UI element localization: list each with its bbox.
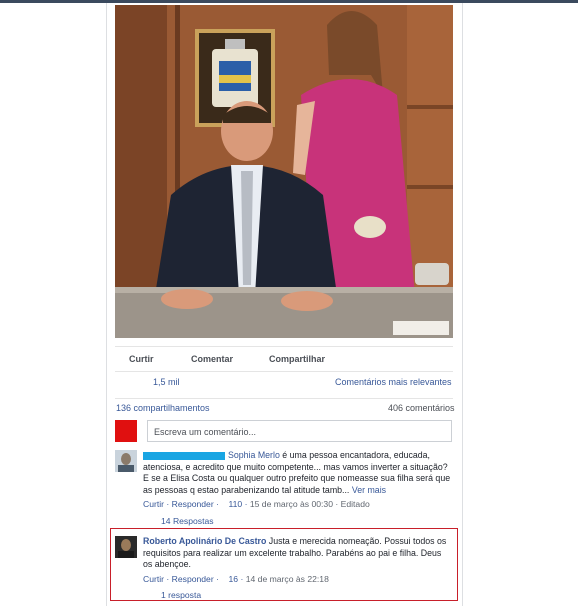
comment-time[interactable]: 15 de março às 00:30 · Editado: [250, 499, 370, 509]
reaction-count[interactable]: 110: [229, 499, 243, 509]
comment-button[interactable]: Comentar: [191, 354, 233, 364]
avatar: [115, 420, 137, 442]
comment-composer: Escreva um comentário...: [115, 420, 453, 444]
view-replies-link[interactable]: 14 Respostas: [161, 516, 214, 526]
comment-reply-link[interactable]: Responder: [172, 499, 214, 509]
facebook-post-card: Curtir Comentar Compartilhar 1,5 mil Com…: [106, 3, 463, 606]
redacted-name: [143, 451, 225, 460]
divider: [115, 398, 453, 399]
see-more-link[interactable]: Ver mais: [352, 485, 386, 495]
comments-sort-link[interactable]: Comentários mais relevantes: [335, 377, 452, 387]
highlight-box: [110, 528, 458, 601]
divider: [115, 371, 453, 372]
post-actions: Curtir Comentar Compartilhar: [107, 349, 462, 371]
comment-input[interactable]: Escreva um comentário...: [147, 420, 452, 442]
share-button[interactable]: Compartilhar: [269, 354, 325, 364]
comments-count[interactable]: 406 comentários: [388, 403, 455, 413]
likes-count[interactable]: 1,5 mil: [153, 377, 180, 387]
avatar: [115, 450, 137, 472]
comment-author[interactable]: Sophia Merlo: [228, 450, 280, 460]
like-button[interactable]: Curtir: [129, 354, 154, 364]
post-photo[interactable]: [115, 5, 453, 338]
shares-count[interactable]: 136 compartilhamentos: [116, 403, 210, 413]
divider: [115, 346, 453, 347]
comment-like-link[interactable]: Curtir: [143, 499, 164, 509]
comment-meta: Curtir · Responder · 110 · 15 de março à…: [143, 499, 370, 509]
